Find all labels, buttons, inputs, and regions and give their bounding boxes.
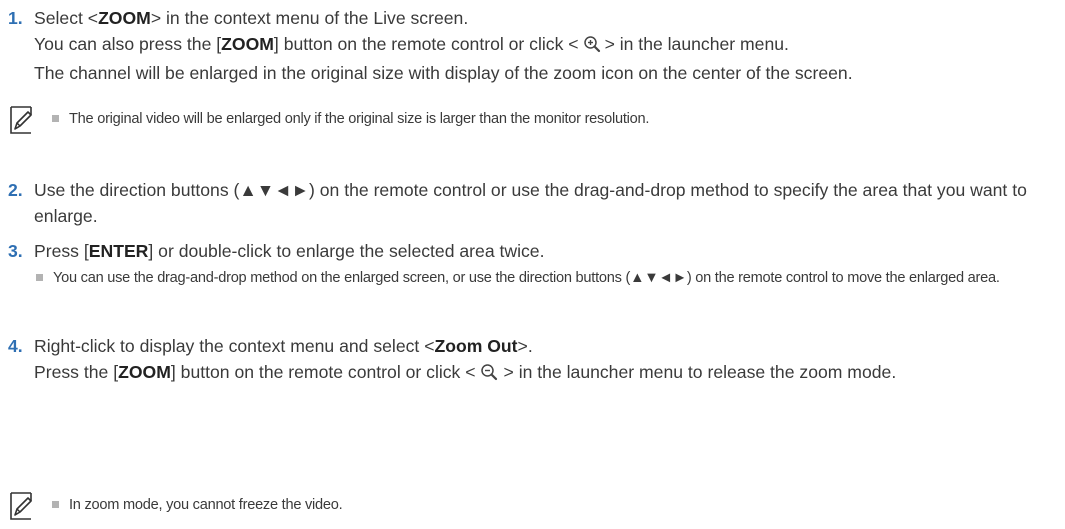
step-1-line-3: The channel will be enlarged in the orig… [34,63,853,83]
step-number: 2. [8,180,23,200]
bullet-icon [36,273,43,281]
manual-page: 1. Select <ZOOM> in the context menu of … [0,0,1065,527]
step-4-line-1: Right-click to display the context menu … [34,336,533,356]
note-1-text: The original video will be enlarged only… [52,107,649,131]
note-pencil-icon [8,105,34,135]
step-3: 3. Press [ENTER] or double-click to enla… [8,238,544,264]
step-number: 4. [8,336,23,356]
step-1: 1. Select <ZOOM> in the context menu of … [8,5,853,86]
step-4: 4. Right-click to display the context me… [8,333,1064,388]
step-number: 1. [8,8,23,28]
bullet-icon [52,500,59,508]
bullet-icon [52,114,59,122]
note-pencil-icon [8,491,34,521]
step-2: 2. Use the direction buttons (▲▼◄►) on t… [8,177,1064,229]
step-4-line-2: Press the [ZOOM] button on the remote co… [34,359,1064,388]
step-1-line-1: Select <ZOOM> in the context menu of the… [34,8,469,28]
note-2-text: In zoom mode, you cannot freeze the vide… [52,493,343,517]
step-3-text: Press [ENTER] or double-click to enlarge… [34,241,545,261]
zoom-in-icon [583,34,601,60]
step-number: 3. [8,241,23,261]
step-2-text: Use the direction buttons (▲▼◄►) on the … [34,180,1027,226]
step-3-subnote: You can use the drag-and-drop method on … [36,265,1056,291]
zoom-out-icon [480,362,500,388]
step-1-line-2: You can also press the [ZOOM] button on … [34,31,853,60]
